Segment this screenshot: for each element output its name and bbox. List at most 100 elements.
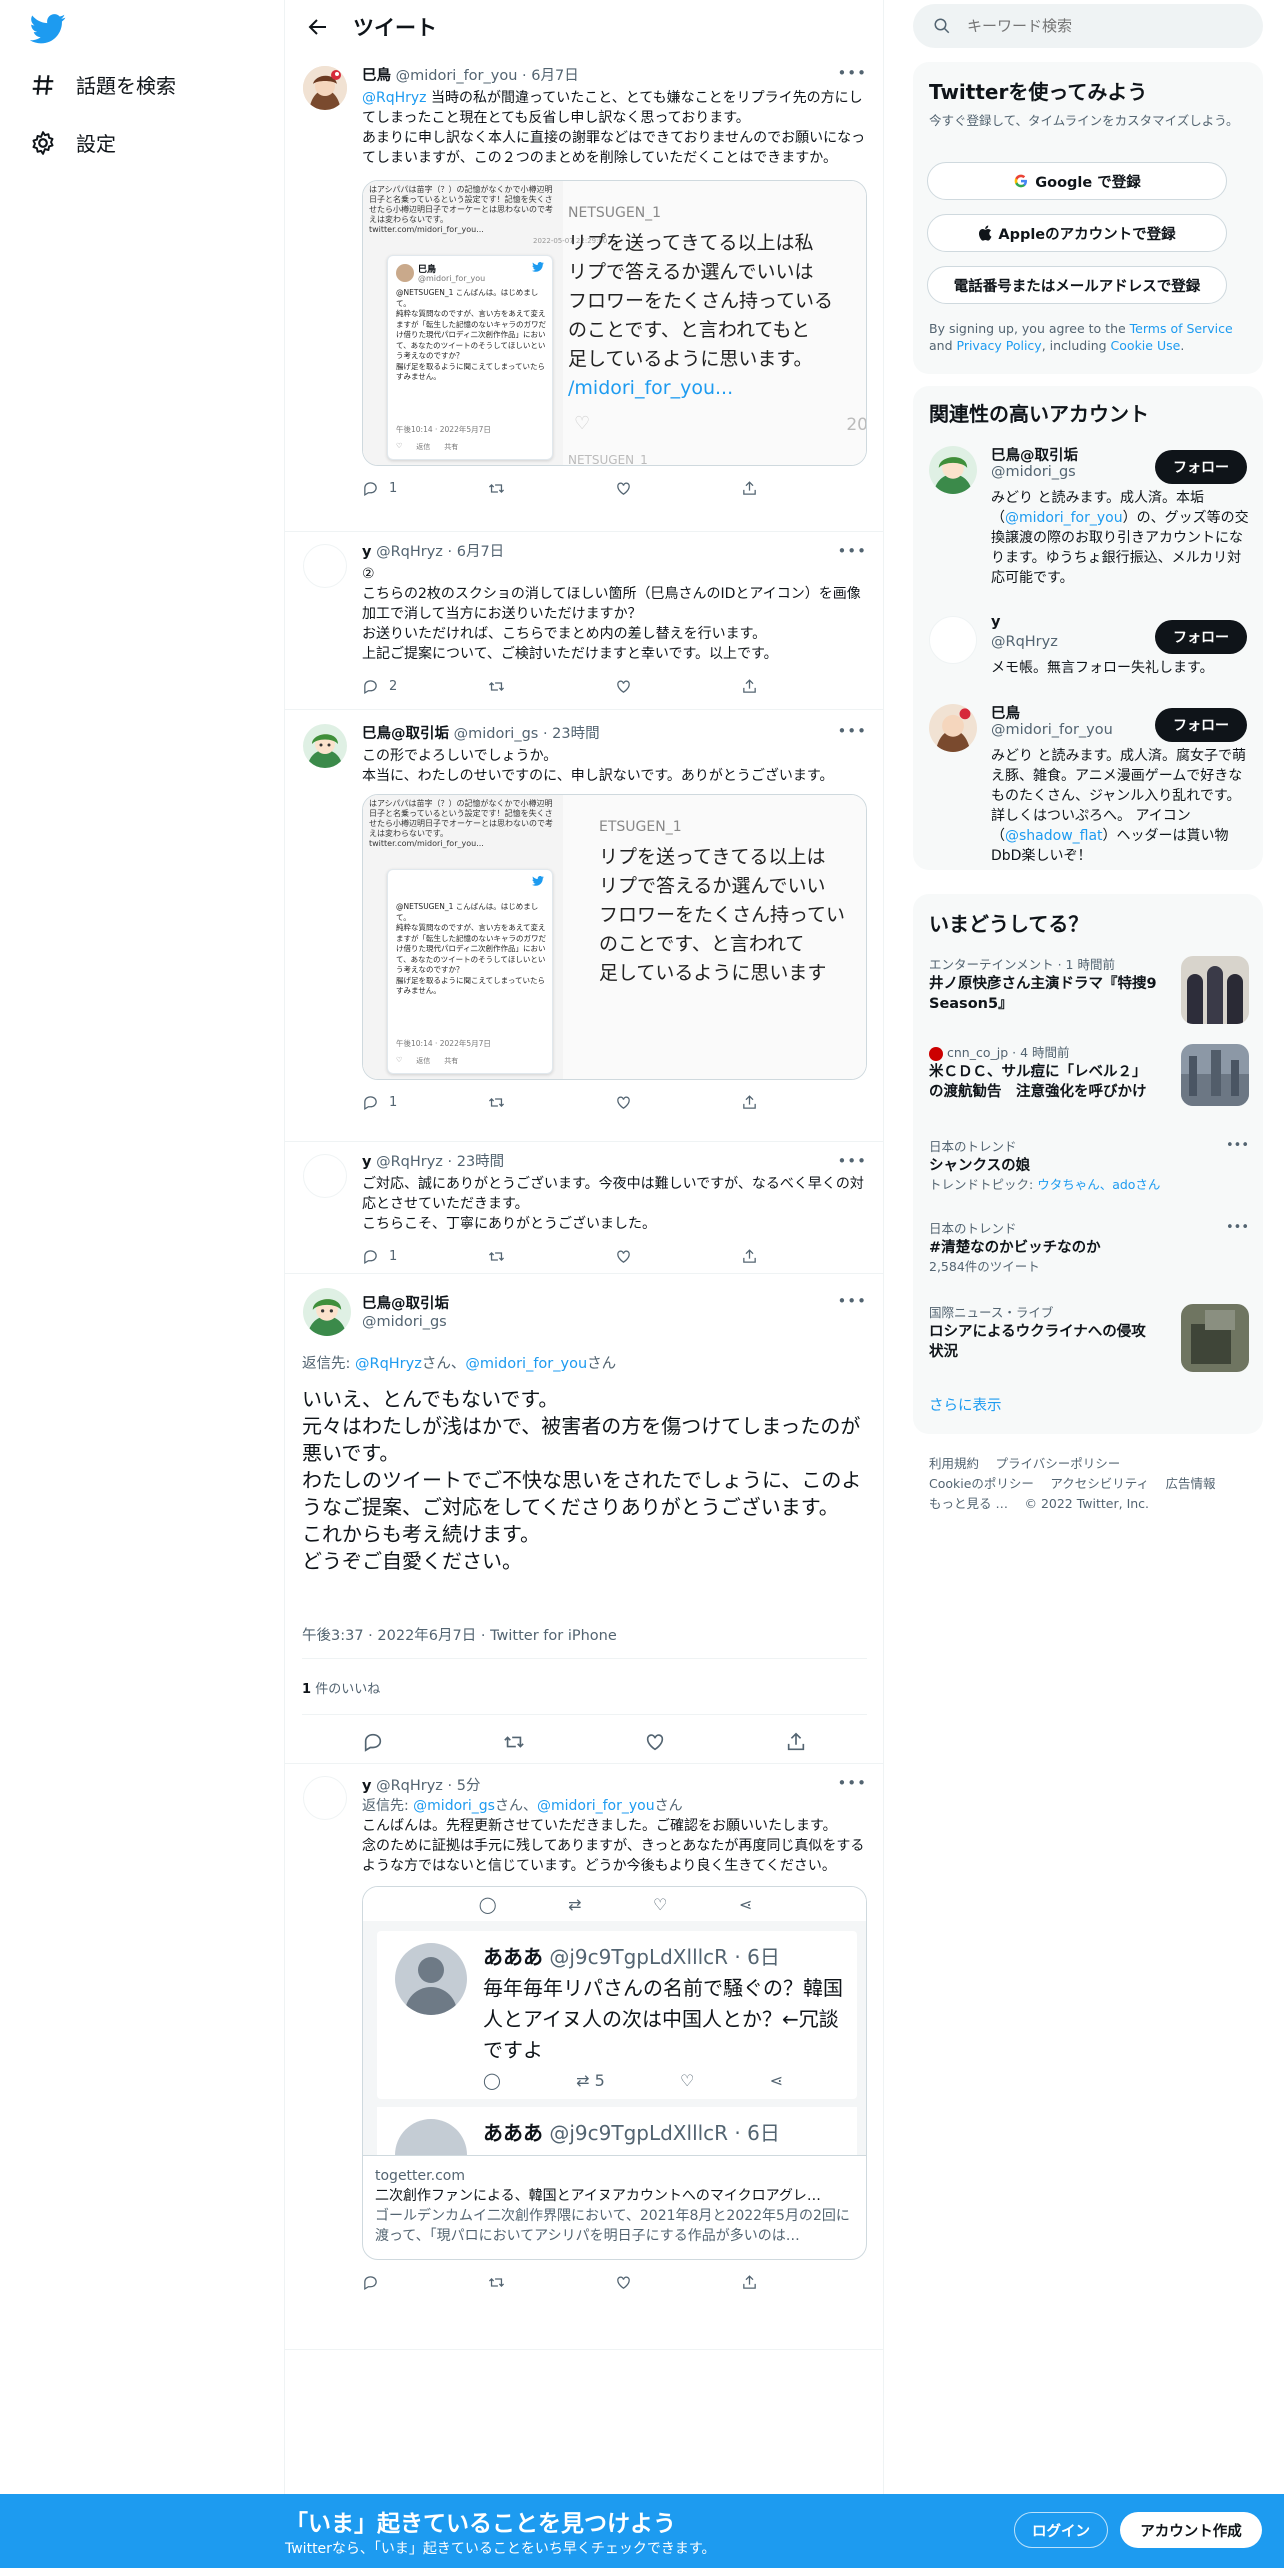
footer-link[interactable]: もっと見る … <box>929 1496 1008 1511</box>
screenshot-text: 共有 <box>444 443 459 451</box>
more-icon[interactable]: ••• <box>1226 1138 1249 1153</box>
retweet-button[interactable] <box>488 1248 614 1265</box>
page-title: ツイート <box>353 16 437 40</box>
screenshot-text: ETSUGEN_1 <box>599 819 682 835</box>
trend-item[interactable]: 日本のトレンド シャンクスの娘 トレンドトピック: ウタちゃん、adoさん ••… <box>929 1138 1249 1198</box>
share-button[interactable] <box>741 480 867 497</box>
reply-button[interactable]: 1 <box>362 1094 488 1111</box>
more-icon[interactable]: ••• <box>837 64 867 82</box>
share-button[interactable] <box>741 678 867 695</box>
retweet-button[interactable] <box>488 2274 614 2291</box>
screenshot-text: 午後10:14 · 2022年5月7日 <box>396 1039 491 1048</box>
tweet[interactable]: 巳鳥 @midori_for_you · 6月7日 @RqHryz 当時の私が間… <box>285 54 883 532</box>
retweet-button[interactable] <box>488 678 614 695</box>
avatar[interactable] <box>303 1154 347 1198</box>
tweet-image[interactable]: はアシパパは苗字（？）の記憶がなくかで小樽辺明日子と名乗っているという設定です！… <box>362 794 867 1080</box>
show-more-link[interactable]: さらに表示 <box>929 1394 1002 1415</box>
retweet-icon <box>489 1251 505 1261</box>
search-box[interactable] <box>913 4 1263 48</box>
trend-item[interactable]: 日本のトレンド #清楚なのかビッチなのか 2,584件のツイート ••• <box>929 1220 1249 1280</box>
mention-link[interactable]: @midori_for_you <box>1005 510 1123 526</box>
back-button[interactable] <box>301 10 335 44</box>
mention-link[interactable]: @midori_gs <box>413 1798 495 1814</box>
share-button[interactable] <box>741 2274 867 2291</box>
tweet-meta[interactable]: 午後3:37 · 2022年6月7日 · Twitter for iPhone <box>302 1624 617 1645</box>
avatar[interactable] <box>929 704 977 752</box>
like-button[interactable] <box>615 1094 741 1111</box>
avatar[interactable] <box>303 724 347 768</box>
privacy-link[interactable]: Privacy Policy <box>957 338 1042 353</box>
share-button[interactable] <box>741 1248 867 1265</box>
more-icon[interactable]: ••• <box>837 1152 867 1170</box>
author-name[interactable]: 巳鳥@取引垢 <box>362 1292 449 1313</box>
retweet-button[interactable] <box>488 1094 614 1111</box>
reply-button[interactable] <box>362 2274 488 2291</box>
share-icon[interactable] <box>785 1731 807 1753</box>
heart-icon[interactable] <box>644 1731 666 1753</box>
login-button[interactable]: ログイン <box>1014 2512 1108 2548</box>
heart-icon <box>616 680 630 693</box>
like-button[interactable] <box>615 678 741 695</box>
terms-link[interactable]: Terms of Service <box>1130 321 1233 336</box>
mention-link[interactable]: @midori_for_you <box>465 1356 587 1372</box>
follow-button[interactable]: フォロー <box>1155 620 1247 654</box>
avatar[interactable] <box>303 66 347 110</box>
like-button[interactable] <box>615 2274 741 2291</box>
follow-button[interactable]: フォロー <box>1155 450 1247 484</box>
retweet-button[interactable] <box>488 480 614 497</box>
tweet[interactable]: y @RqHryz · 23時間 ご対応、誠にありがとうございます。今夜中は難し… <box>285 1142 883 1274</box>
mention-link[interactable]: @RqHryz <box>355 1356 422 1372</box>
more-icon[interactable]: ••• <box>837 722 867 740</box>
tweet-image[interactable]: はアシパパは苗字（？）の記憶がなくかで小樽辺明日子と名乗っているという設定です！… <box>362 180 867 466</box>
nav-explore[interactable]: 話題を検索 <box>30 70 176 99</box>
signup-button[interactable]: アカウント作成 <box>1120 2512 1262 2548</box>
account-item[interactable]: 巳鳥@取引垢 @midori_gs フォロー みどり と読みます。成人済。本垢（… <box>913 442 1263 592</box>
account-item[interactable]: y @RqHryz フォロー メモ帳。無言フォロー失礼します。 <box>913 612 1263 682</box>
follow-button[interactable]: フォロー <box>1155 708 1247 742</box>
tweet[interactable]: y @RqHryz · 6月7日 ② こちらの2枚のスクショの消してほしい箇所（巳… <box>285 532 883 710</box>
footer-link[interactable]: プライバシーポリシー <box>996 1456 1121 1471</box>
apple-signup-button[interactable]: Appleのアカウントで登録 <box>927 214 1227 252</box>
like-button[interactable] <box>615 480 741 497</box>
tweet[interactable]: y @RqHryz · 5分 返信先: @midori_gsさん、@midori… <box>285 1764 883 2350</box>
avatar[interactable] <box>929 616 977 664</box>
avatar[interactable] <box>303 1776 347 1820</box>
trend-item[interactable]: 国際ニュース・ライブ ロシアによるウクライナへの侵攻状況 <box>929 1304 1249 1374</box>
trend-item[interactable]: cnn_co_jp · 4 時間前 米ＣＤＣ、サル痘に「レベル２」の渡航勧告 注… <box>929 1044 1249 1114</box>
twitter-logo-icon[interactable] <box>30 14 66 44</box>
more-icon[interactable]: ••• <box>837 1774 867 1792</box>
more-icon[interactable]: ••• <box>837 1292 867 1310</box>
footer-link[interactable]: 広告情報 <box>1166 1476 1216 1491</box>
reply-button[interactable]: 1 <box>362 480 488 497</box>
more-icon[interactable]: ••• <box>1226 1220 1249 1235</box>
author-handle[interactable]: @midori_gs <box>362 1314 447 1330</box>
cookie-link[interactable]: Cookie Use <box>1111 338 1181 353</box>
tweet[interactable]: 巳鳥@取引垢 @midori_gs · 23時間 この形でよろしいでしょうか。本… <box>285 710 883 1142</box>
likes-count[interactable]: 1 件のいいね <box>302 1678 380 1697</box>
like-button[interactable] <box>615 1248 741 1265</box>
mention-link[interactable]: @RqHryz <box>362 90 427 106</box>
link-card[interactable]: ◯ ⇄ ♡ ⋖ あああ @j9c9TgpLdXlllcR · 6日 毎年毎年リパさんの… <box>362 1886 867 2260</box>
screenshot-text: 返信 <box>416 1057 431 1065</box>
footer-link[interactable]: 利用規約 <box>929 1456 979 1471</box>
google-signup-button[interactable]: Google で登録 <box>927 162 1227 200</box>
trend-item[interactable]: エンターテインメント · 1 時間前 井ノ原快彦さん主演ドラマ『特捜9 Seas… <box>929 956 1249 1026</box>
reply-icon[interactable] <box>362 1731 384 1753</box>
nav-settings[interactable]: 設定 <box>30 128 116 157</box>
share-button[interactable] <box>741 1094 867 1111</box>
footer-link[interactable]: アクセシビリティ <box>1050 1476 1149 1491</box>
reply-button[interactable]: 1 <box>362 1248 488 1265</box>
avatar[interactable] <box>303 544 347 588</box>
tweet-author: y @RqHryz · 6月7日 <box>362 544 505 560</box>
phone-email-signup-button[interactable]: 電話番号またはメールアドレスで登録 <box>927 266 1227 304</box>
account-item[interactable]: 巳鳥 @midori_for_you フォロー みどり と読みます。成人済。腐女… <box>913 700 1263 870</box>
avatar[interactable] <box>303 1288 351 1336</box>
reply-button[interactable]: 2 <box>362 678 488 695</box>
retweet-icon[interactable] <box>503 1731 525 1753</box>
more-icon[interactable]: ••• <box>837 542 867 560</box>
mention-link[interactable]: @midori_for_you <box>537 1798 655 1814</box>
mention-link[interactable]: @shadow_flat <box>1005 828 1103 844</box>
search-input[interactable] <box>967 17 1227 35</box>
avatar[interactable] <box>929 446 977 494</box>
footer-link[interactable]: Cookieのポリシー <box>929 1476 1034 1491</box>
